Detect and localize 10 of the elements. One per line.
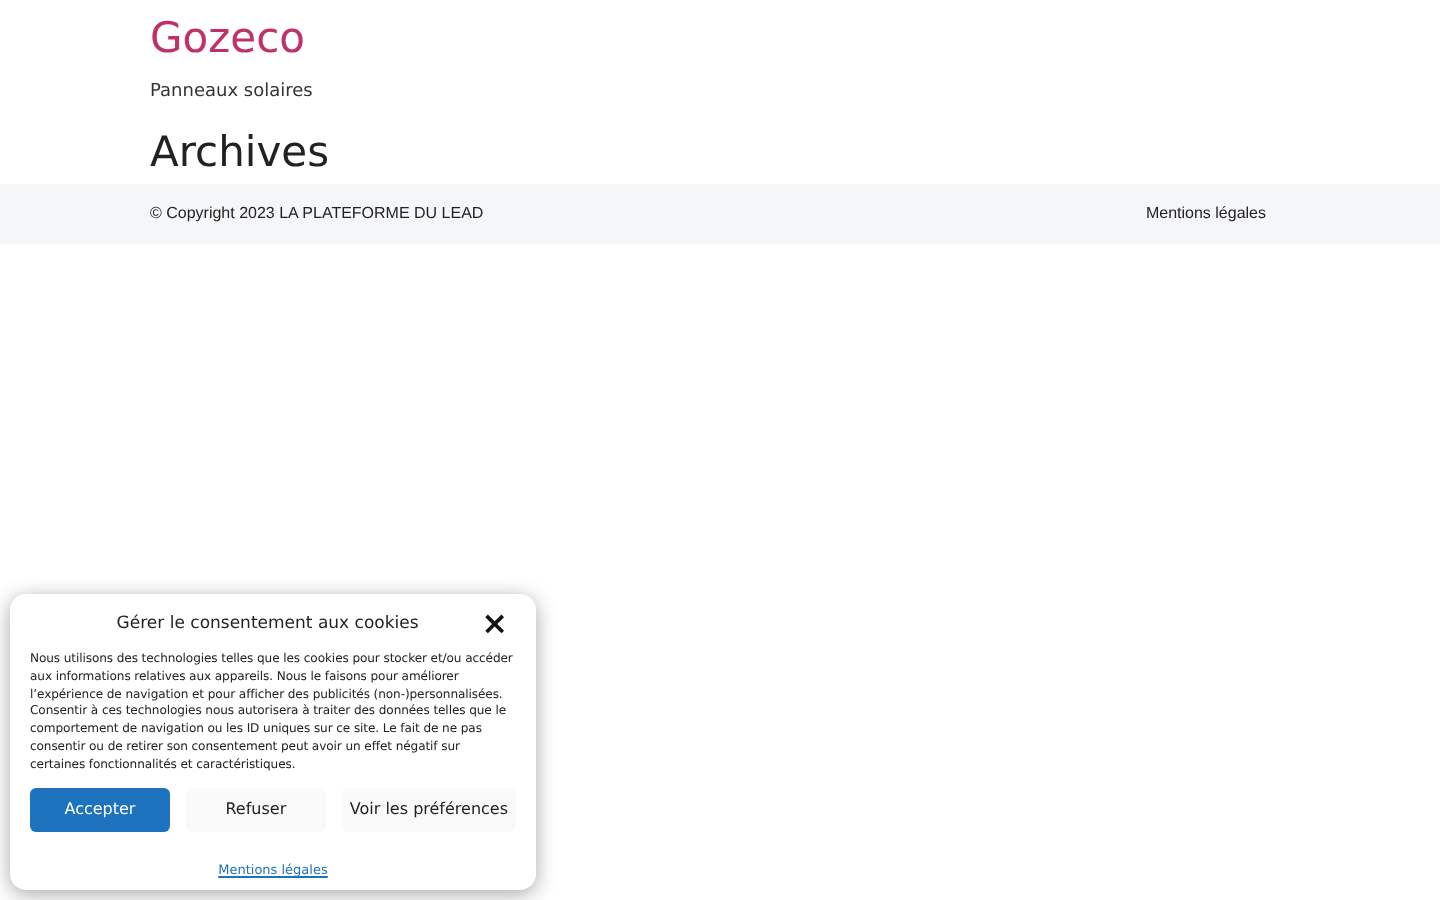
- copyright-text: © Copyright 2023 LA PLATEFORME DU LEAD: [150, 201, 484, 226]
- close-button[interactable]: ×: [473, 608, 516, 640]
- consent-button[interactable]: Voir les préférences: [341, 788, 517, 833]
- site-tagline: Panneaux solaires: [150, 80, 315, 106]
- accept-button[interactable]: Accepter: [30, 788, 170, 833]
- consent-button[interactable]: Refuser: [185, 788, 326, 833]
- dialog-title: Gérer le consentement aux cookies: [114, 611, 421, 637]
- site-title[interactable]: Gozeco: [150, 0, 305, 60]
- page-heading: Archives: [150, 127, 332, 178]
- legal-link[interactable]: Mentions légales: [1145, 201, 1266, 226]
